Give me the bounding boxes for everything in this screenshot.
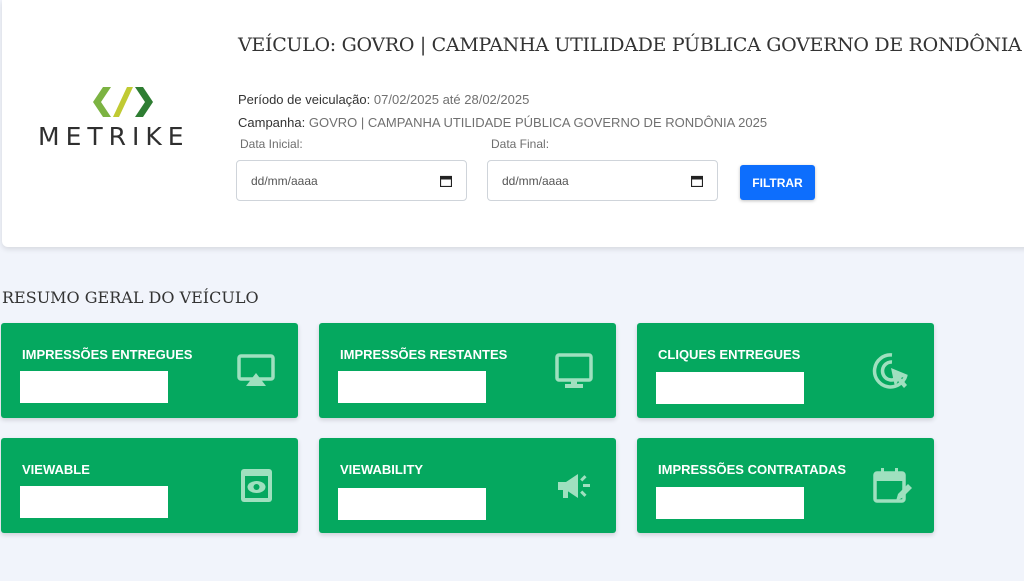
card-value	[20, 371, 168, 403]
card-viewability: VIEWABILITY	[319, 438, 616, 533]
card-value	[656, 372, 804, 404]
card-viewable: VIEWABLE	[1, 438, 298, 533]
logo-wordmark: METRIKE	[38, 122, 190, 151]
card-value	[656, 487, 804, 519]
page-title: VEÍCULO: GOVRO | CAMPANHA UTILIDADE PÚBL…	[238, 34, 1024, 56]
calendar-icon[interactable]	[691, 175, 703, 187]
calendar-icon[interactable]	[440, 175, 452, 187]
period-line: Período de veiculação: 07/02/2025 até 28…	[238, 92, 529, 107]
click-icon	[872, 353, 908, 389]
card-label: IMPRESSÕES RESTANTES	[340, 347, 508, 362]
start-date-label: Data Inicial:	[240, 137, 303, 151]
filter-button[interactable]: FILTRAR	[740, 165, 815, 200]
card-label: IMPRESSÕES CONTRATADAS	[658, 462, 847, 477]
end-date-label: Data Final:	[491, 137, 550, 151]
metrike-logo: METRIKE	[38, 82, 210, 154]
summary-title: RESUMO GERAL DO VEÍCULO	[2, 288, 259, 307]
card-label: VIEWABILITY	[340, 462, 424, 477]
card-impressoes-contratadas: IMPRESSÕES CONTRATADAS	[637, 438, 934, 533]
campaign-value: GOVRO | CAMPANHA UTILIDADE PÚBLICA GOVER…	[308, 115, 768, 130]
monitor-icon	[555, 353, 593, 388]
end-date-placeholder: dd/mm/aaaa	[502, 173, 569, 188]
header-card: METRIKE VEÍCULO: GOVRO | CAMPANHA UTILID…	[2, 0, 1024, 247]
period-label: Período de veiculação:	[238, 92, 371, 107]
campaign-label: Campanha:	[238, 115, 306, 130]
eye-window-icon	[241, 469, 272, 502]
card-impressoes-restantes: IMPRESSÕES RESTANTES	[319, 323, 616, 418]
card-label: IMPRESSÕES ENTREGUES	[22, 347, 193, 362]
logo-mark-icon	[93, 87, 153, 117]
card-impressoes-entregues: IMPRESSÕES ENTREGUES	[1, 323, 298, 418]
card-cliques-entregues: CLIQUES ENTREGUES	[637, 323, 934, 418]
airplay-icon	[237, 354, 275, 386]
start-date-input[interactable]: dd/mm/aaaa	[236, 160, 467, 201]
card-value	[338, 488, 486, 520]
campaign-line: Campanha: GOVRO | CAMPANHA UTILIDADE PÚB…	[238, 115, 767, 130]
calendar-edit-icon	[873, 468, 912, 503]
card-value	[338, 371, 486, 403]
card-label: VIEWABLE	[22, 462, 90, 477]
megaphone-icon	[558, 474, 590, 498]
start-date-placeholder: dd/mm/aaaa	[251, 173, 318, 188]
end-date-input[interactable]: dd/mm/aaaa	[487, 160, 718, 201]
card-value	[20, 486, 168, 518]
period-value: 07/02/2025 até 28/02/2025	[373, 92, 530, 107]
card-label: CLIQUES ENTREGUES	[658, 347, 801, 362]
